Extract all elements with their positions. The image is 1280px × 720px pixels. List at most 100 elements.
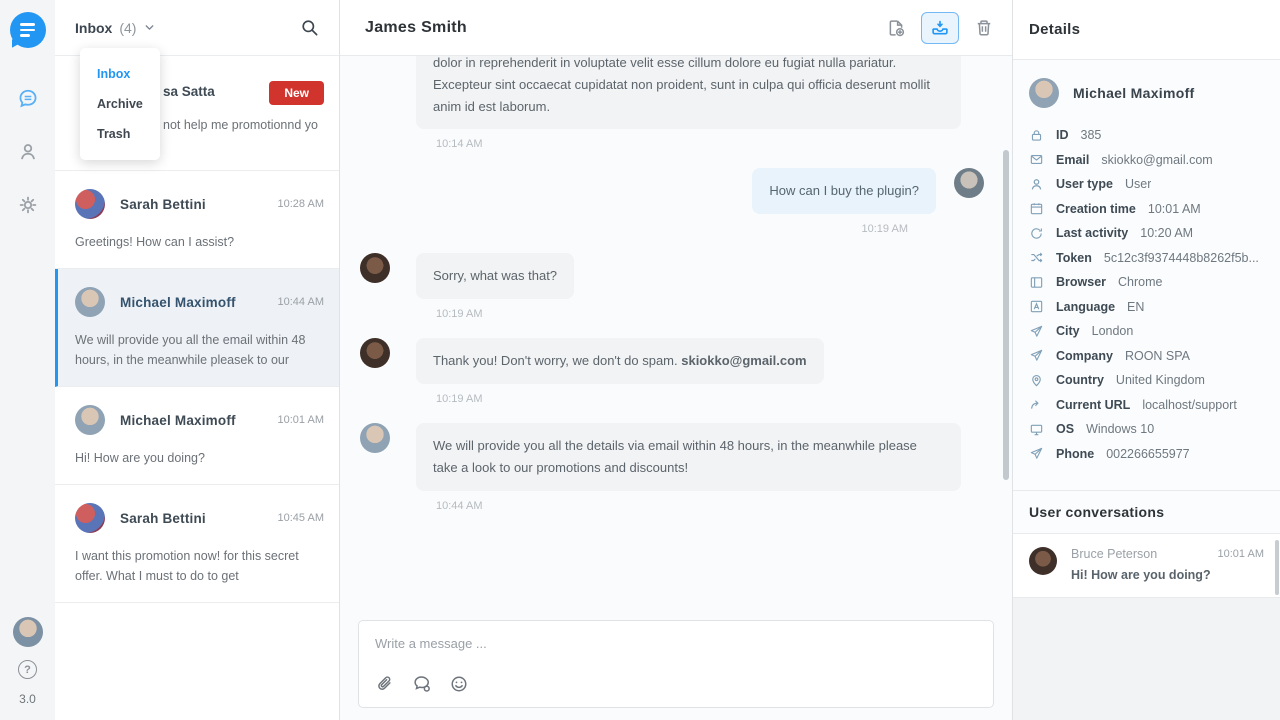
send-icon [1029, 348, 1044, 363]
conversation-preview: Hi! How are you doing? [75, 448, 324, 468]
message-received: Thank you! Don't worry, we don't do spam… [360, 338, 984, 384]
details-title: Details [1013, 0, 1280, 60]
message-time: 10:19 AM [436, 308, 984, 320]
user-icon [1029, 177, 1044, 192]
user-conversation-item[interactable]: Bruce Peterson 10:01 AM Hi! How are you … [1013, 534, 1280, 598]
conversation-item[interactable]: Sarah Bettini 10:28 AM Greetings! How ca… [55, 171, 339, 269]
message-time: 10:44 AM [436, 500, 984, 512]
message-input-placeholder: Write a message ... [375, 636, 977, 651]
emoji-icon[interactable] [449, 674, 469, 694]
message-input[interactable]: Write a message ... [358, 620, 994, 708]
conversation-item[interactable]: Sarah Bettini 10:45 AM I want this promo… [55, 485, 339, 603]
message-bubble: dolor in reprehenderit in voluptate veli… [416, 56, 961, 129]
chat-panel: James Smith dolor in reprehenderit in vo… [340, 0, 1013, 720]
help-icon[interactable]: ? [18, 660, 37, 679]
chat-bubble-icon[interactable] [17, 88, 39, 115]
menu-item-archive[interactable]: Archive [80, 89, 160, 119]
field-row: OSWindows 10 [1029, 417, 1266, 442]
field-row: Token5c12c3f9374448b8262f5b... [1029, 246, 1266, 271]
conversation-time: 10:45 AM [278, 512, 324, 524]
app-logo[interactable] [10, 12, 46, 48]
inbox-filter-label: Inbox [75, 20, 112, 36]
user-conversations-title: User conversations [1013, 490, 1280, 534]
field-row: CompanyROON SPA [1029, 344, 1266, 369]
avatar [954, 168, 984, 198]
canned-response-icon[interactable] [412, 674, 432, 694]
chevron-down-icon [143, 21, 156, 34]
user-conversation-preview: Hi! How are you doing? [1071, 568, 1264, 582]
message-bubble: We will provide you all the details via … [416, 423, 961, 491]
field-row: Phone002266655977 [1029, 442, 1266, 467]
avatar [360, 423, 390, 453]
app-window: ? 3.0 Inbox (4) sa Satta New not help me… [0, 0, 1280, 720]
attachment-icon[interactable] [375, 674, 395, 694]
new-badge: New [269, 81, 324, 105]
message-bubble: Thank you! Don't worry, we don't do spam… [416, 338, 824, 384]
field-row: CityLondon [1029, 319, 1266, 344]
archive-button[interactable] [921, 12, 959, 44]
details-fields: ID385 Emailskiokko@gmail.com User typeUs… [1013, 121, 1280, 478]
message-list[interactable]: dolor in reprehenderit in voluptate veli… [340, 56, 1012, 612]
avatar [360, 338, 390, 368]
conversation-item[interactable]: Michael Maximoff 10:01 AM Hi! How are yo… [55, 387, 339, 485]
profile-name: Michael Maximoff [1073, 85, 1195, 101]
message-received: Sorry, what was that? [360, 253, 984, 299]
settings-gear-icon[interactable] [17, 194, 39, 221]
field-row: User typeUser [1029, 172, 1266, 197]
archive-icon [930, 18, 950, 38]
message-bubble: How can I buy the plugin? [752, 168, 936, 214]
note-add-icon[interactable] [886, 18, 906, 38]
search-icon[interactable] [300, 18, 319, 37]
trash-icon[interactable] [974, 18, 994, 38]
conversation-name: Michael Maximoff [120, 413, 263, 428]
user-conversation-name: Bruce Peterson [1071, 547, 1157, 561]
inbox-filter-menu: Inbox Archive Trash [80, 48, 160, 160]
message-bubble: Sorry, what was that? [416, 253, 574, 299]
send-icon [1029, 446, 1044, 461]
conversation-name: sa Satta [163, 84, 215, 99]
app-version: 3.0 [19, 692, 36, 706]
chat-header: James Smith [340, 0, 1012, 56]
conversation-item-selected[interactable]: Michael Maximoff 10:44 AM We will provid… [55, 269, 339, 387]
calendar-icon [1029, 201, 1044, 216]
details-panel: Details Michael Maximoff ID385 Emailskio… [1013, 0, 1280, 720]
send-icon [1029, 324, 1044, 339]
language-icon [1029, 299, 1044, 314]
users-icon[interactable] [17, 141, 39, 168]
current-user-avatar[interactable] [13, 617, 43, 647]
message-time: 10:19 AM [360, 223, 908, 235]
conversation-preview: We will provide you all the email within… [75, 330, 324, 370]
conversation-name: Michael Maximoff [120, 295, 263, 310]
details-scrollbar[interactable] [1275, 540, 1279, 595]
avatar [360, 253, 390, 283]
field-row: BrowserChrome [1029, 270, 1266, 295]
conversation-name: Sarah Bettini [120, 511, 263, 526]
field-row: LanguageEN [1029, 295, 1266, 320]
conversation-preview: not help me promotionnd yo [163, 118, 318, 132]
inbox-filter-dropdown-trigger[interactable]: Inbox (4) [75, 20, 156, 36]
chat-title: James Smith [365, 19, 467, 37]
conversation-list-panel: Inbox (4) sa Satta New not help me promo… [55, 0, 340, 720]
shuffle-icon [1029, 250, 1044, 265]
browser-icon [1029, 275, 1044, 290]
message-received: dolor in reprehenderit in voluptate veli… [360, 56, 984, 129]
inbox-count: (4) [119, 20, 136, 36]
conversation-time: 10:01 AM [278, 414, 324, 426]
location-pin-icon [1029, 373, 1044, 388]
field-row: ID385 [1029, 123, 1266, 148]
link-arrow-icon [1029, 397, 1044, 412]
avatar [75, 503, 105, 533]
avatar [75, 287, 105, 317]
message-sent: How can I buy the plugin? [360, 168, 984, 214]
menu-item-inbox[interactable]: Inbox [80, 59, 160, 89]
avatar [1029, 78, 1059, 108]
menu-item-trash[interactable]: Trash [80, 119, 160, 149]
refresh-icon [1029, 226, 1044, 241]
field-row: Current URLlocalhost/support [1029, 393, 1266, 418]
details-filler [1013, 598, 1280, 720]
avatar [1029, 547, 1057, 575]
user-conversation-time: 10:01 AM [1218, 548, 1264, 560]
avatar [75, 189, 105, 219]
envelope-icon [1029, 152, 1044, 167]
chat-scrollbar[interactable] [1003, 150, 1009, 480]
